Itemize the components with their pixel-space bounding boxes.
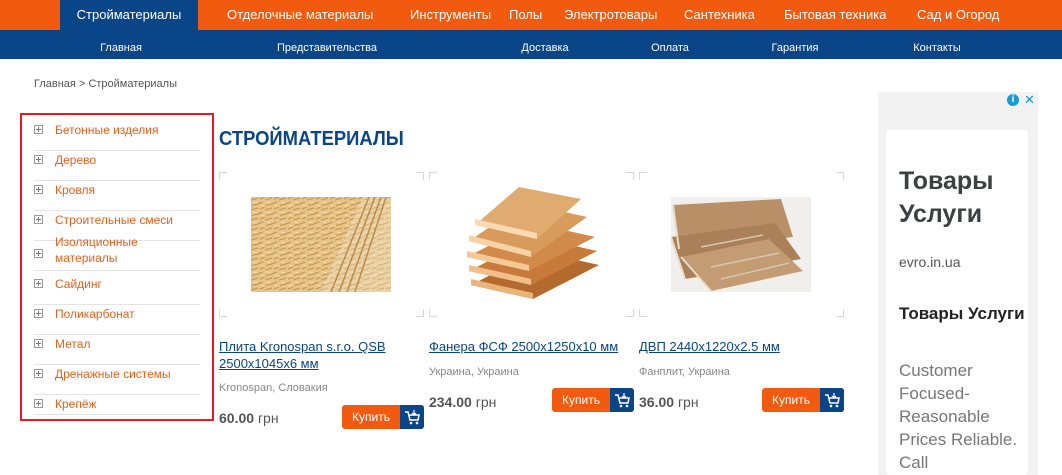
top-nav-item-bytovaya-tehnika[interactable]: Бытовая техника xyxy=(784,0,886,30)
category-label[interactable]: Сайдинг xyxy=(55,276,102,292)
expand-plus-icon[interactable] xyxy=(34,215,43,224)
product-price: 60.00 грн xyxy=(219,410,279,426)
category-item-betonnye-izdeliya[interactable]: Бетонные изделия xyxy=(34,121,200,151)
product-name-link[interactable]: Фанера ФСФ 2500x1250x10 мм xyxy=(429,338,634,355)
category-item-metal[interactable]: Метал xyxy=(34,335,200,365)
product-name-link[interactable]: ДВП 2440x1220x2.5 мм xyxy=(639,338,844,355)
category-item-krovlya[interactable]: Кровля xyxy=(34,181,200,211)
category-item-sayding[interactable]: Сайдинг xyxy=(34,275,200,305)
product-price: 234.00 грн xyxy=(429,394,497,410)
sub-nav-item-predstavitelstva[interactable]: Представительства xyxy=(277,30,377,59)
top-nav-item-poly[interactable]: Полы xyxy=(509,0,542,30)
sub-nav-item-garantiya[interactable]: Гарантия xyxy=(772,30,819,59)
page-title: СТРОЙМАТЕРИАЛЫ xyxy=(219,128,404,150)
ad-url[interactable]: evro.in.ua xyxy=(899,254,960,270)
cart-icon[interactable] xyxy=(610,388,634,412)
breadcrumb: Главная > Стройматериалы xyxy=(34,78,177,90)
product-image-frame[interactable] xyxy=(429,172,634,317)
top-nav-item-otdelochnye[interactable]: Отделочные материалы xyxy=(227,0,373,30)
ad-banner[interactable]: i ✕ Товары Услуги evro.in.ua Товары Услу… xyxy=(878,92,1038,475)
buy-button[interactable]: Купить xyxy=(762,388,844,412)
cart-icon[interactable] xyxy=(820,388,844,412)
buy-button[interactable]: Купить xyxy=(552,388,634,412)
category-item-polikarbonat[interactable]: Поликарбонат xyxy=(34,305,200,335)
product-name-link[interactable]: Плита Kronospan s.r.o. QSB 2500x1045x6 м… xyxy=(219,338,424,372)
expand-plus-icon[interactable] xyxy=(34,155,43,164)
sub-nav-item-oplata[interactable]: Оплата xyxy=(651,30,689,59)
top-nav-item-sad-i-ogorod[interactable]: Сад и Огород xyxy=(917,0,999,30)
cart-icon[interactable] xyxy=(400,405,424,429)
category-label[interactable]: Метал xyxy=(55,336,90,352)
ad-body-text[interactable]: Customer Focused- Reasonable Prices Reli… xyxy=(899,359,1028,474)
category-label[interactable]: Дренажные системы xyxy=(55,366,171,382)
top-nav-item-stroymaterialy[interactable]: Стройматериалы xyxy=(60,0,198,30)
sub-nav: Главная Представительства Доставка Оплат… xyxy=(0,30,1062,59)
category-item-krepyozh[interactable]: Крепёж xyxy=(34,395,200,415)
product-card: ДВП 2440x1220x2.5 мм Фанплит, Украина 36… xyxy=(639,172,844,432)
product-origin: Украина, Украина xyxy=(429,366,519,378)
product-origin: Фанплит, Украина xyxy=(639,366,730,378)
hardboard-image[interactable] xyxy=(671,197,811,292)
category-item-drenazhnye-sistemy[interactable]: Дренажные системы xyxy=(34,365,200,395)
expand-plus-icon[interactable] xyxy=(34,369,43,378)
buy-button[interactable]: Купить xyxy=(342,405,424,429)
ad-subheadline[interactable]: Товары Услуги xyxy=(899,302,1028,325)
category-label[interactable]: Бетонные изделия xyxy=(55,122,159,138)
breadcrumb-current: Стройматериалы xyxy=(88,78,177,90)
product-price: 36.00 грн xyxy=(639,394,699,410)
sub-nav-item-glavnaya[interactable]: Главная xyxy=(100,30,142,59)
product-origin: Kronospan, Словакия xyxy=(219,382,328,394)
category-label[interactable]: Крепёж xyxy=(55,396,97,412)
expand-plus-icon[interactable] xyxy=(34,185,43,194)
top-nav-item-instrumenty[interactable]: Инструменты xyxy=(410,0,491,30)
category-label[interactable]: Изоляционные материалы xyxy=(55,234,165,266)
plywood-image[interactable] xyxy=(463,187,601,302)
category-label[interactable]: Поликарбонат xyxy=(55,306,135,322)
product-card: Плита Kronospan s.r.o. QSB 2500x1045x6 м… xyxy=(219,172,424,432)
category-label[interactable]: Строительные смеси xyxy=(55,212,173,228)
buy-button-label[interactable]: Купить xyxy=(552,388,610,412)
category-label[interactable]: Кровля xyxy=(55,182,95,198)
osb-board-image[interactable] xyxy=(251,197,391,292)
expand-plus-icon[interactable] xyxy=(34,399,43,408)
product-image-frame[interactable] xyxy=(639,172,844,317)
info-icon[interactable]: i xyxy=(1007,94,1019,106)
category-sidebar: Бетонные изделия Дерево Кровля Строитель… xyxy=(20,113,214,421)
breadcrumb-home[interactable]: Главная xyxy=(34,78,76,90)
top-nav-item-elektrotovary[interactable]: Электротовары xyxy=(564,0,657,30)
product-image-frame[interactable] xyxy=(219,172,424,317)
buy-button-label[interactable]: Купить xyxy=(342,405,400,429)
expand-plus-icon[interactable] xyxy=(34,249,43,258)
category-label[interactable]: Дерево xyxy=(55,152,96,168)
top-nav: Стройматериалы Отделочные материалы Инст… xyxy=(0,0,1062,30)
top-nav-item-santehnika[interactable]: Сантехника xyxy=(684,0,755,30)
breadcrumb-separator: > xyxy=(78,78,86,90)
category-item-izolyatsionnye-materialy[interactable]: Изоляционные материалы xyxy=(34,235,200,271)
sub-nav-item-dostavka[interactable]: Доставка xyxy=(521,30,568,59)
expand-plus-icon[interactable] xyxy=(34,125,43,134)
sub-nav-item-kontakty[interactable]: Контакты xyxy=(913,30,961,59)
buy-button-label[interactable]: Купить xyxy=(762,388,820,412)
expand-plus-icon[interactable] xyxy=(34,339,43,348)
close-icon[interactable]: ✕ xyxy=(1024,92,1035,108)
ad-card[interactable]: Товары Услуги evro.in.ua Товары Услуги C… xyxy=(886,130,1028,475)
ad-headline[interactable]: Товары Услуги xyxy=(899,165,1028,231)
product-card: Фанера ФСФ 2500x1250x10 мм Украина, Укра… xyxy=(429,172,634,432)
expand-plus-icon[interactable] xyxy=(34,309,43,318)
expand-plus-icon[interactable] xyxy=(34,279,43,288)
category-item-derevo[interactable]: Дерево xyxy=(34,151,200,181)
